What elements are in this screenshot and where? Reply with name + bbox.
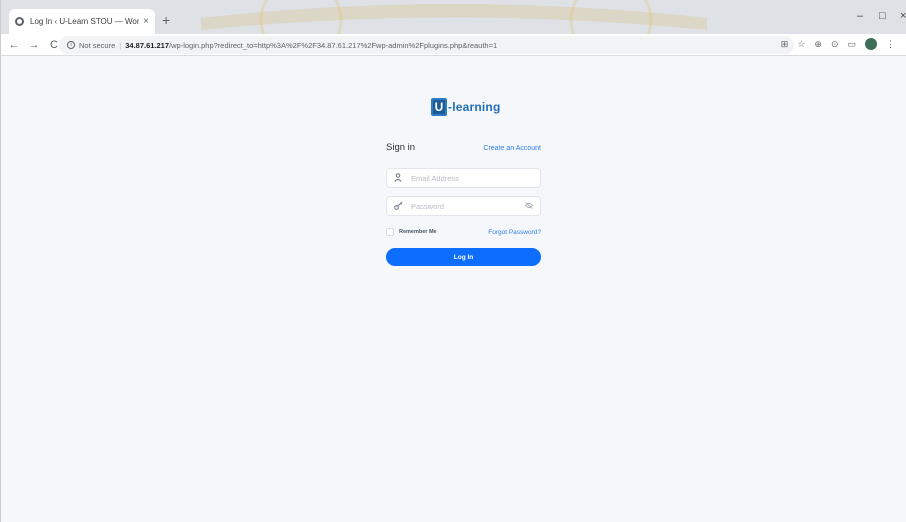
tab-strip: Log In ‹ U-Learn STOU — WordPress × + – … (1, 0, 906, 34)
extension-icon[interactable]: ⊙ (831, 39, 839, 50)
tab-close-icon[interactable]: × (143, 16, 149, 27)
key-icon (394, 201, 406, 212)
address-bar[interactable]: i Not secure | 34.87.61.217 /wp-login.ph… (59, 36, 794, 54)
login-button[interactable]: Log In (386, 248, 541, 266)
address-separator: | (119, 40, 122, 50)
minimize-button[interactable]: – (857, 10, 863, 22)
logo-text: -learning (448, 100, 501, 114)
remember-label: Remember Me (399, 229, 437, 235)
password-input[interactable] (411, 201, 525, 211)
close-window-button[interactable]: × (900, 10, 906, 22)
info-icon[interactable]: i (67, 41, 75, 49)
menu-icon[interactable]: ⋮ (886, 39, 895, 50)
email-field[interactable] (386, 168, 541, 188)
profile-avatar[interactable] (865, 38, 877, 50)
create-account-link[interactable]: Create an Account (483, 145, 541, 152)
extension-icon[interactable]: ⊕ (814, 39, 822, 50)
user-icon (394, 172, 406, 184)
signin-title: Sign in (386, 142, 416, 153)
login-page: U -learning Sign in Create an Account Em… (1, 56, 906, 522)
url-path: /wp-login.php?redirect_to=http%3A%2F%2F3… (169, 40, 498, 50)
new-tab-button[interactable]: + (162, 13, 170, 27)
email-input[interactable] (411, 173, 533, 183)
u-learning-logo: U -learning (431, 98, 500, 116)
remember-checkbox[interactable] (386, 228, 394, 236)
browser-toolbar: ← → C i Not secure | 34.87.61.217 /wp-lo… (1, 34, 906, 56)
maximize-button[interactable]: □ (879, 10, 886, 22)
login-options: Remember Me Forgot Password? (386, 226, 541, 238)
browser-window: Log In ‹ U-Learn STOU — WordPress × + – … (0, 0, 906, 522)
active-tab[interactable]: Log In ‹ U-Learn STOU — WordPress × (9, 9, 155, 34)
password-field[interactable] (386, 196, 541, 216)
forgot-password-link[interactable]: Forgot Password? (488, 229, 541, 236)
translate-icon[interactable]: ⊞ (781, 39, 789, 50)
eye-slash-icon[interactable] (524, 201, 534, 211)
remember-me[interactable]: Remember Me (386, 228, 437, 236)
toolbar-icons: ⊞ ☆ ⊕ ⊙ ▭ ⋮ (781, 38, 895, 50)
url-host: 34.87.61.217 (125, 40, 170, 50)
form-header: Sign in Create an Account (386, 142, 541, 158)
cast-icon[interactable]: ▭ (847, 39, 856, 50)
star-icon[interactable]: ☆ (797, 39, 805, 50)
security-label: Not secure (79, 40, 116, 50)
forward-button[interactable]: → (27, 39, 41, 51)
tab-title: Log In ‹ U-Learn STOU — WordPress (30, 17, 140, 26)
back-button[interactable]: ← (7, 39, 21, 51)
site-favicon-icon (15, 17, 24, 26)
logo-mark: U (431, 98, 447, 116)
login-form: Sign in Create an Account Email Address … (386, 142, 541, 266)
